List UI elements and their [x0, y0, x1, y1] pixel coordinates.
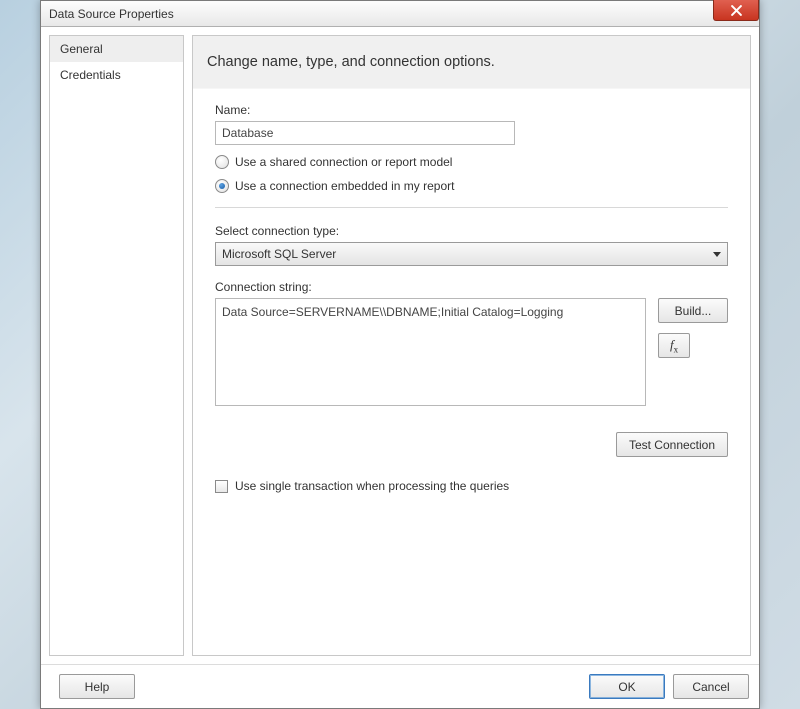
window-title: Data Source Properties — [49, 7, 174, 21]
sidebar-item-credentials[interactable]: Credentials — [50, 62, 183, 88]
chevron-down-icon — [713, 252, 721, 257]
test-connection-button[interactable]: Test Connection — [616, 432, 728, 457]
radio-shared-label: Use a shared connection or report model — [235, 155, 452, 169]
radio-shared[interactable] — [215, 155, 229, 169]
sidebar-item-general[interactable]: General — [50, 36, 183, 62]
cancel-button[interactable]: Cancel — [673, 674, 749, 699]
build-button[interactable]: Build... — [658, 298, 728, 323]
dialog-footer: Help OK Cancel — [41, 664, 759, 708]
close-button[interactable] — [713, 0, 759, 21]
radio-shared-row[interactable]: Use a shared connection or report model — [215, 155, 728, 169]
close-icon — [731, 5, 742, 16]
titlebar[interactable]: Data Source Properties — [41, 1, 759, 27]
radio-embedded-label: Use a connection embedded in my report — [235, 179, 454, 193]
page-header: Change name, type, and connection option… — [193, 36, 750, 89]
connection-side-buttons: Build... fx — [658, 298, 728, 406]
fx-icon: fx — [670, 337, 678, 355]
ok-button[interactable]: OK — [589, 674, 665, 699]
connection-type-value: Microsoft SQL Server — [222, 247, 336, 261]
name-label: Name: — [215, 103, 728, 117]
help-button[interactable]: Help — [59, 674, 135, 699]
divider — [215, 207, 728, 208]
test-connection-row: Test Connection — [215, 432, 728, 457]
dialog-body: General Credentials Change name, type, a… — [41, 27, 759, 664]
data-source-properties-dialog: Data Source Properties General Credentia… — [40, 0, 760, 709]
single-transaction-checkbox[interactable] — [215, 480, 228, 493]
connection-string-input[interactable] — [215, 298, 646, 406]
sidebar-item-label: Credentials — [60, 68, 121, 82]
expression-button[interactable]: fx — [658, 333, 690, 358]
connection-type-label: Select connection type: — [215, 224, 728, 238]
content-body: Name: Use a shared connection or report … — [193, 89, 750, 655]
content-panel: Change name, type, and connection option… — [192, 35, 751, 656]
connection-type-dropdown[interactable]: Microsoft SQL Server — [215, 242, 728, 266]
radio-embedded-row[interactable]: Use a connection embedded in my report — [215, 179, 728, 193]
connection-string-row: Build... fx — [215, 298, 728, 406]
single-transaction-row[interactable]: Use single transaction when processing t… — [215, 479, 728, 493]
single-transaction-label: Use single transaction when processing t… — [235, 479, 509, 493]
name-input[interactable] — [215, 121, 515, 145]
sidebar: General Credentials — [49, 35, 184, 656]
connection-string-label: Connection string: — [215, 280, 728, 294]
sidebar-item-label: General — [60, 42, 103, 56]
radio-embedded[interactable] — [215, 179, 229, 193]
